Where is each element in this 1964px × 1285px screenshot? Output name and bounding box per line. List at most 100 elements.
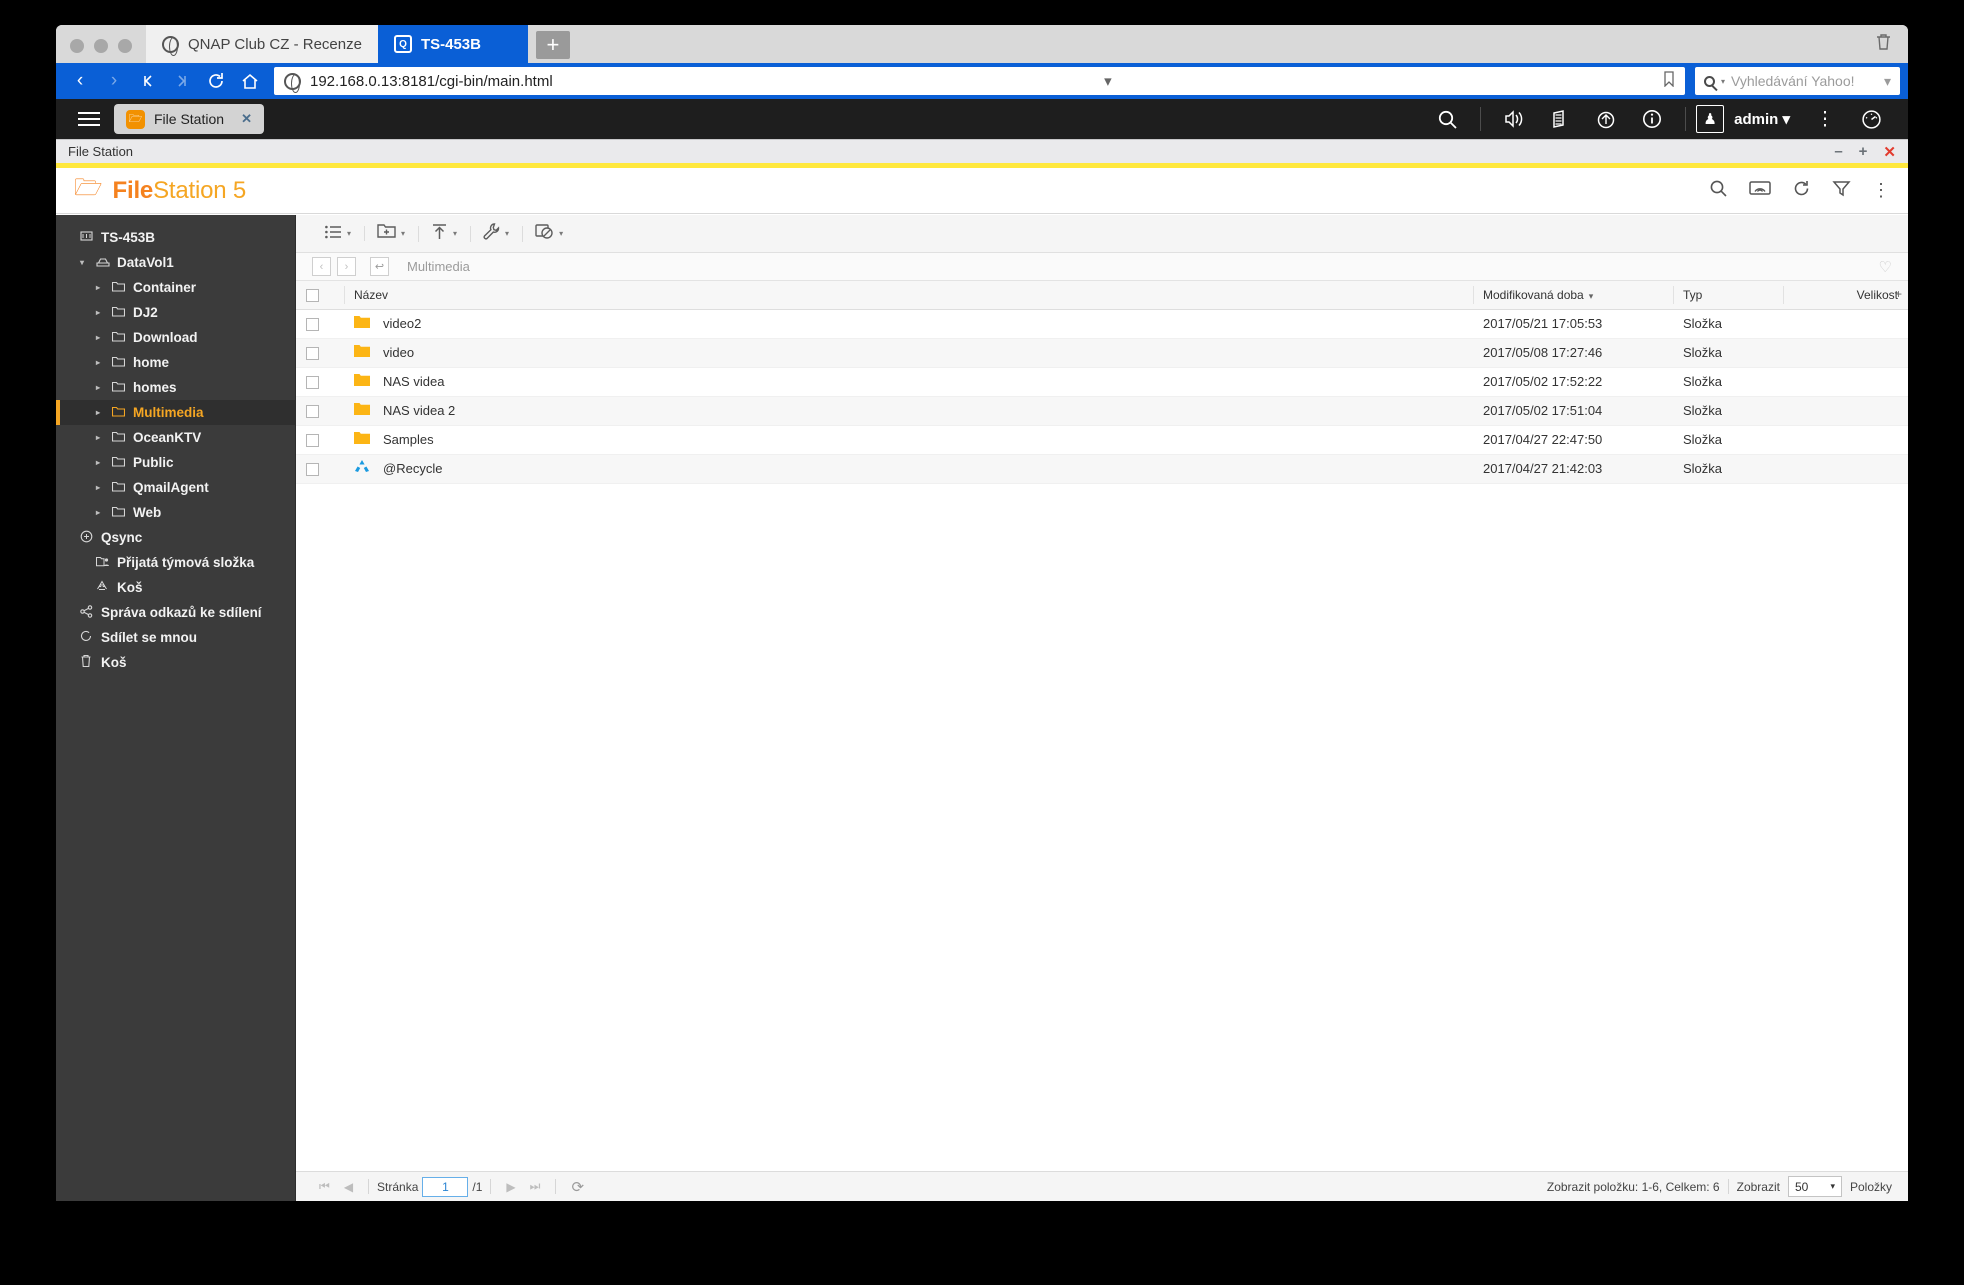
upload-button[interactable]: ▾	[418, 223, 470, 245]
search-engine-caret[interactable]: ▾	[1721, 77, 1725, 86]
expand-arrow-icon[interactable]: ▸	[96, 358, 105, 367]
table-row[interactable]: Samples 2017/04/27 22:47:50 Složka	[296, 425, 1908, 455]
nav-up-button[interactable]: ↩	[370, 257, 389, 276]
expand-arrow-icon[interactable]: ▸	[96, 333, 105, 342]
table-row[interactable]: video2 2017/05/21 17:05:53 Složka	[296, 309, 1908, 339]
chevron-down-icon[interactable]: ▾	[505, 229, 509, 238]
chevron-down-icon[interactable]: ▾	[559, 229, 563, 238]
expand-arrow-icon[interactable]: ▸	[96, 383, 105, 392]
sidebar-item-oceanktv[interactable]: ▸ OceanKTV	[56, 425, 295, 450]
table-row[interactable]: video 2017/05/08 17:27:46 Složka	[296, 338, 1908, 368]
bookmark-icon[interactable]	[1663, 71, 1675, 91]
browser-tab-1[interactable]: QNAP Club CZ - Recenze	[146, 25, 378, 63]
open-app-tab-file-station[interactable]: 🗁 File Station ✕	[114, 104, 264, 134]
minimize-window-button[interactable]	[94, 39, 108, 53]
sidebar-item-p-ijat-t-mov-slo-ka[interactable]: Přijatá týmová složka	[56, 550, 295, 575]
recycle-icon[interactable]	[1583, 99, 1629, 139]
nav-back-button[interactable]: ‹	[312, 257, 331, 276]
reload-button[interactable]	[200, 66, 232, 96]
search-icon[interactable]	[1709, 179, 1728, 203]
trash-icon[interactable]	[1875, 32, 1892, 56]
row-name-cell[interactable]: video	[344, 338, 1473, 368]
row-checkbox[interactable]	[306, 405, 319, 419]
sidebar-item-web[interactable]: ▸ Web	[56, 500, 295, 525]
new-folder-button[interactable]: ▾	[364, 223, 418, 244]
chevron-down-icon[interactable]: ▾	[347, 229, 351, 238]
column-header-modified[interactable]: Modifikovaná doba ▾	[1473, 281, 1673, 310]
column-header-type[interactable]: Typ	[1673, 281, 1783, 310]
row-name-cell[interactable]: video2	[344, 309, 1473, 339]
table-row[interactable]: NAS videa 2017/05/02 17:52:22 Složka	[296, 367, 1908, 397]
first-page-button[interactable]	[132, 66, 164, 96]
browser-tab-2[interactable]: Q TS-453B	[377, 25, 528, 63]
more-actions-button[interactable]: ▾	[522, 223, 576, 245]
avatar[interactable]: ♟	[1696, 105, 1725, 133]
home-button[interactable]	[234, 66, 266, 96]
sidebar-item-home[interactable]: ▸ home	[56, 350, 295, 375]
column-header-name[interactable]: Název	[344, 281, 1473, 310]
breadcrumb[interactable]: Multimedia	[407, 259, 470, 274]
row-checkbox[interactable]	[306, 376, 319, 390]
dashboard-icon[interactable]	[1848, 99, 1894, 139]
address-bar[interactable]: 192.168.0.13:8181/cgi-bin/main.html ▾	[274, 67, 1685, 95]
sidebar-item-qsync[interactable]: Qsync	[56, 525, 295, 550]
column-header-check[interactable]	[296, 281, 344, 310]
row-checkbox[interactable]	[306, 434, 319, 448]
backup-icon[interactable]	[1537, 99, 1583, 139]
nav-forward-button[interactable]: ›	[337, 257, 356, 276]
volume-icon[interactable]	[1491, 99, 1537, 139]
filter-icon[interactable]	[1832, 179, 1851, 203]
info-icon[interactable]	[1629, 99, 1675, 139]
sidebar-item-homes[interactable]: ▸ homes	[56, 375, 295, 400]
cast-icon[interactable]	[1749, 179, 1771, 202]
username-label[interactable]: admin ▾	[1734, 110, 1790, 128]
row-checkbox[interactable]	[306, 463, 319, 477]
expand-arrow-icon[interactable]: ▾	[80, 258, 89, 267]
row-name-cell[interactable]: Samples	[344, 425, 1473, 455]
sidebar-item-multimedia[interactable]: ▸ Multimedia	[56, 400, 295, 425]
chevron-down-icon[interactable]: ▾	[401, 229, 405, 238]
prev-page-button[interactable]: ◀	[337, 1180, 360, 1194]
refresh-icon[interactable]: ⟳	[564, 1178, 591, 1196]
search-dropdown-caret[interactable]: ▾	[1884, 73, 1891, 90]
table-row[interactable]: @Recycle 2017/04/27 21:42:03 Složka	[296, 454, 1908, 484]
sidebar-item-sd-let-se-mnou[interactable]: Sdílet se mnou	[56, 625, 295, 650]
sidebar-item-container[interactable]: ▸ Container	[56, 275, 295, 300]
search-icon[interactable]	[1424, 99, 1470, 139]
main-menu-icon[interactable]	[78, 108, 100, 130]
close-icon[interactable]: ✕	[241, 111, 252, 127]
maximize-window-button[interactable]	[118, 39, 132, 53]
add-column-button[interactable]: +	[1895, 287, 1902, 301]
sidebar-item-dj2[interactable]: ▸ DJ2	[56, 300, 295, 325]
sidebar-item-ko[interactable]: Koš	[56, 650, 295, 675]
sidebar-item-ko[interactable]: Koš	[56, 575, 295, 600]
sidebar-item-spr-va-odkaz-ke-sd-len[interactable]: Správa odkazů ke sdílení	[56, 600, 295, 625]
column-header-size[interactable]: Velikost +	[1783, 281, 1908, 310]
expand-arrow-icon[interactable]: ▸	[96, 458, 105, 467]
last-page-button[interactable]: ⏭	[523, 1179, 548, 1194]
expand-arrow-icon[interactable]: ▸	[96, 433, 105, 442]
page-input[interactable]: 1	[422, 1176, 469, 1197]
sidebar-item-datavol1[interactable]: ▾ DataVol1	[56, 250, 295, 275]
new-tab-button[interactable]: +	[535, 31, 570, 59]
select-all-checkbox[interactable]	[306, 288, 319, 302]
maximize-button[interactable]: +	[1859, 143, 1868, 160]
last-page-button[interactable]	[166, 66, 198, 96]
row-checkbox[interactable]	[306, 347, 319, 361]
sidebar-item-ts-453b[interactable]: TS-453B	[56, 225, 295, 250]
search-input[interactable]: ▾ Vyhledávání Yahoo! ▾	[1695, 67, 1900, 95]
expand-arrow-icon[interactable]: ▸	[96, 483, 105, 492]
sidebar-item-public[interactable]: ▸ Public	[56, 450, 295, 475]
expand-arrow-icon[interactable]: ▸	[96, 283, 105, 292]
close-button[interactable]: ✕	[1883, 143, 1896, 161]
row-name-cell[interactable]: NAS videa	[344, 367, 1473, 397]
first-page-button[interactable]: ⏮	[312, 1179, 337, 1194]
row-checkbox[interactable]	[306, 318, 319, 332]
more-vertical-icon[interactable]: ⋮	[1802, 99, 1848, 139]
row-name-cell[interactable]: NAS videa 2	[344, 396, 1473, 426]
more-vertical-icon[interactable]: ⋮	[1872, 180, 1890, 201]
sidebar-item-qmailagent[interactable]: ▸ QmailAgent	[56, 475, 295, 500]
forward-button[interactable]: ›	[98, 66, 130, 96]
view-mode-button[interactable]: ▾	[312, 224, 364, 244]
sidebar-item-download[interactable]: ▸ Download	[56, 325, 295, 350]
